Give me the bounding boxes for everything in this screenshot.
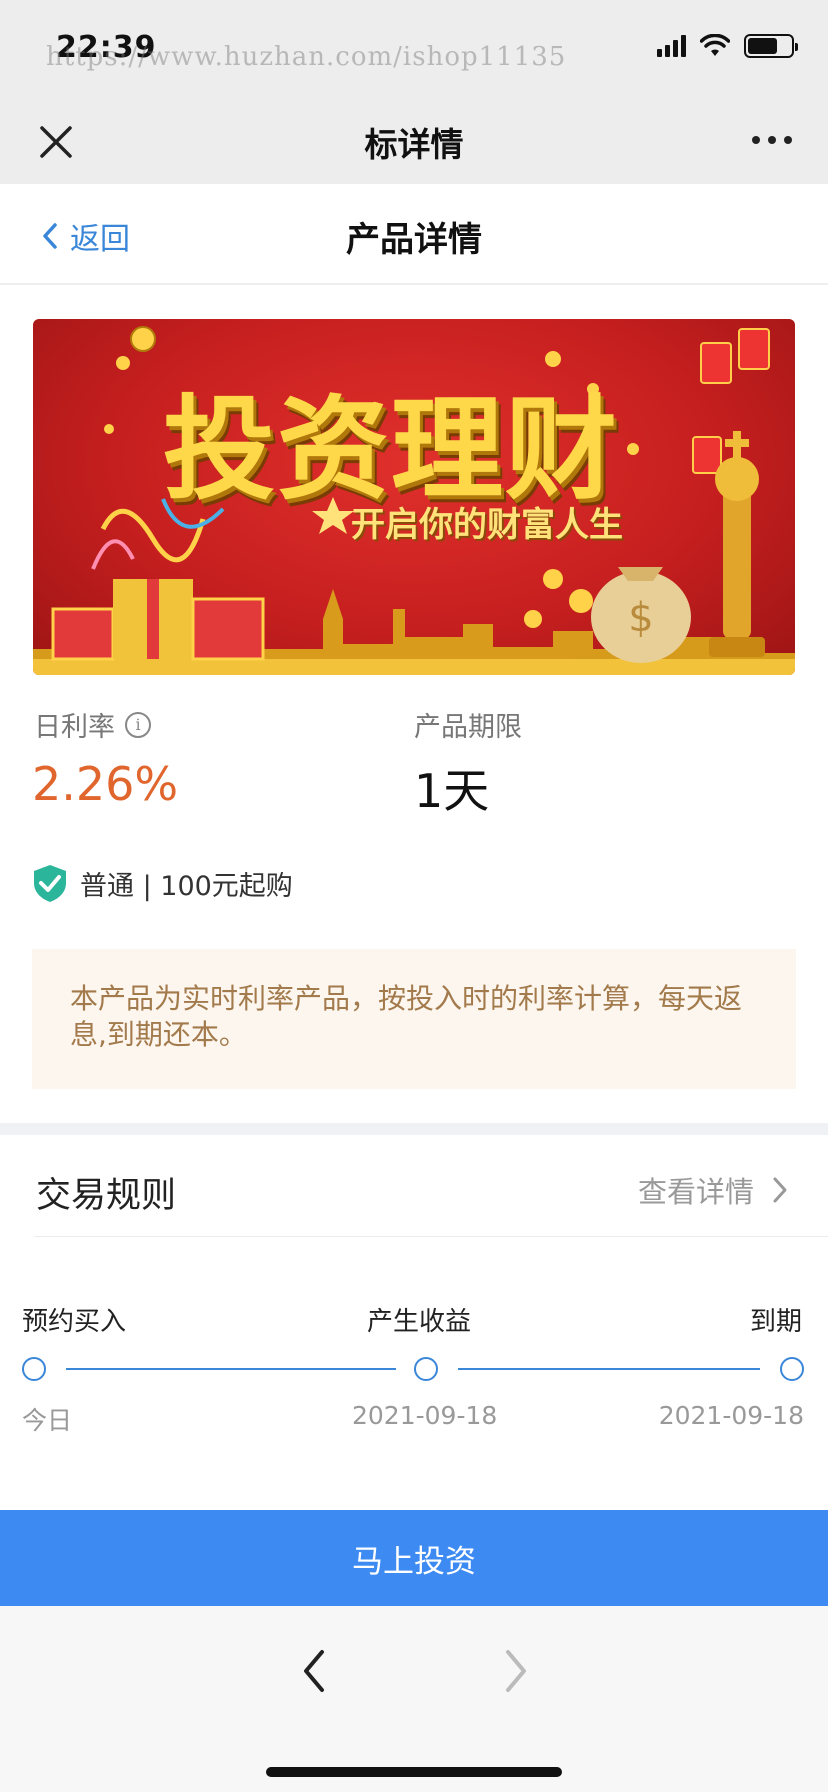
nav-forward-icon[interactable] <box>498 1646 534 1696</box>
signal-icon <box>657 35 686 57</box>
shield-check-icon <box>34 865 66 902</box>
term-value: 1天 <box>414 764 490 818</box>
home-indicator <box>266 1767 562 1777</box>
rate-label: 日利率 i <box>34 705 151 744</box>
step-label-reserve: 预约买入 <box>22 1307 127 1337</box>
watermark: https://www.huzhan.com/ishop11135 <box>46 42 567 72</box>
rate-label-text: 日利率 <box>34 712 115 743</box>
rules-separator <box>34 1236 828 1237</box>
battery-icon <box>744 34 798 58</box>
step-dot-earning <box>414 1357 438 1381</box>
step-line <box>458 1368 760 1370</box>
wifi-icon <box>700 34 730 56</box>
term-label: 产品期限 <box>414 712 522 743</box>
svg-text:$: $ <box>628 595 653 641</box>
rules-title: 交易规则 <box>36 1176 177 1216</box>
page-title: 产品详情 <box>346 220 482 260</box>
nav-back-icon[interactable] <box>296 1646 332 1696</box>
browser-nav-bar <box>0 1606 828 1792</box>
trading-rules: 交易规则 查看详情 预约买入 产生收益 到期 今日 2021-09-18 202… <box>0 1135 828 1510</box>
view-details-link[interactable]: 查看详情 <box>638 1169 788 1211</box>
step-date-earning: 2021-09-18 <box>352 1401 498 1430</box>
banner-subtitle: 开启你的财富人生 <box>351 505 623 545</box>
invest-now-button[interactable]: 马上投资 <box>0 1510 828 1606</box>
rate-value: 2.26% <box>32 757 179 811</box>
chevron-right-icon <box>773 1177 787 1203</box>
product-content: $ 投资理财 开启你的财富人生 日利率 i 2.26% 产品期限 1天 普通 |… <box>0 285 828 1123</box>
more-icon[interactable] <box>752 136 792 144</box>
step-date-maturity: 2021-09-18 <box>658 1401 804 1430</box>
step-dot-reserve <box>22 1357 46 1381</box>
tag-text: 普通 | 100元起购 <box>80 870 293 902</box>
status-icons <box>657 34 798 58</box>
section-divider <box>0 1123 828 1135</box>
step-label-earning: 产生收益 <box>367 1307 472 1337</box>
info-icon[interactable]: i <box>125 711 151 738</box>
step-line <box>66 1368 396 1370</box>
step-date-reserve: 今日 <box>22 1406 73 1435</box>
view-details-label: 查看详情 <box>637 1175 754 1209</box>
product-tag: 普通 | 100元起购 <box>32 863 293 903</box>
promo-banner: $ 投资理财 开启你的财富人生 <box>33 319 795 675</box>
step-dot-maturity <box>780 1357 804 1381</box>
page-header: 返回 产品详情 <box>0 184 828 284</box>
product-notice: 本产品为实时利率产品，按投入时的利率计算，每天返息,到期还本。 <box>32 949 796 1089</box>
step-label-maturity: 到期 <box>749 1307 802 1337</box>
wechat-topbar: 22:39 https://www.huzhan.com/ishop11135 … <box>0 0 828 184</box>
wechat-title: 标详情 <box>364 125 464 164</box>
